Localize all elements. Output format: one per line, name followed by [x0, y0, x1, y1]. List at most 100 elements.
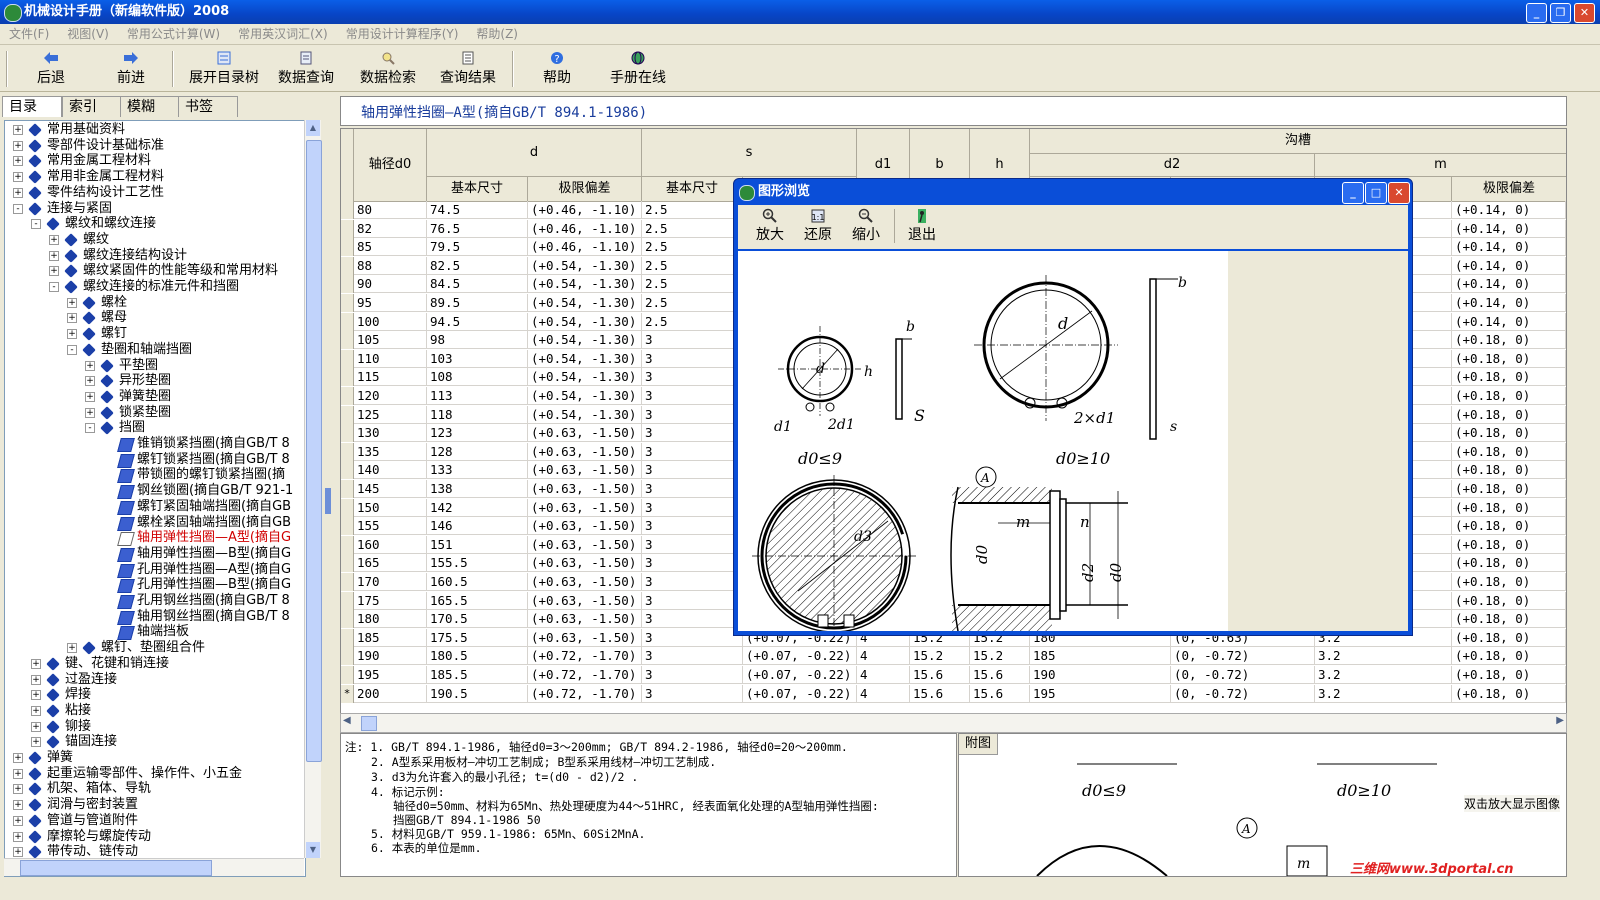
- tree-horizontal-scrollbar[interactable]: [4, 858, 304, 876]
- table-cell[interactable]: (+0.14, 0): [1452, 275, 1566, 294]
- expand-icon[interactable]: +: [49, 266, 59, 277]
- expand-icon[interactable]: +: [67, 643, 77, 654]
- table-cell[interactable]: 190.5: [427, 684, 528, 703]
- table-cell[interactable]: (+0.18, 0): [1452, 610, 1566, 629]
- row-marker[interactable]: [341, 312, 354, 331]
- table-cell[interactable]: 200: [354, 684, 427, 703]
- table-cell[interactable]: (+0.72, -1.70): [528, 684, 642, 703]
- table-cell[interactable]: 118: [427, 405, 528, 424]
- expand-icon[interactable]: +: [49, 234, 59, 245]
- dialog-maximize-button[interactable]: □: [1365, 182, 1387, 204]
- expand-icon[interactable]: +: [67, 313, 77, 324]
- table-cell[interactable]: 180: [354, 610, 427, 629]
- table-cell[interactable]: 79.5: [427, 238, 528, 257]
- table-cell[interactable]: 130: [354, 424, 427, 443]
- menu-help[interactable]: 帮助(Z): [467, 24, 527, 44]
- row-marker[interactable]: *: [341, 684, 354, 703]
- table-cell[interactable]: (+0.63, -1.50): [528, 535, 642, 554]
- table-cell[interactable]: 3: [642, 535, 743, 554]
- scrollbar-thumb[interactable]: [20, 860, 212, 876]
- table-cell[interactable]: 98: [427, 331, 528, 350]
- menu-glossary[interactable]: 常用英汉词汇(X): [229, 24, 337, 44]
- table-cell[interactable]: 155: [354, 517, 427, 536]
- table-row[interactable]: 195 185.5 (+0.72, -1.70) 3 (+0.07, -0.22) 4 15…: [341, 666, 1566, 684]
- table-row[interactable]: * 200 190.5 (+0.72, -1.70) 3 (+0.07, -0.22) 4 1…: [341, 684, 1566, 703]
- table-cell[interactable]: 105: [354, 331, 427, 350]
- row-marker[interactable]: [341, 331, 354, 350]
- table-cell[interactable]: 84.5: [427, 275, 528, 294]
- table-cell[interactable]: (+0.54, -1.30): [528, 256, 642, 275]
- table-cell[interactable]: 3: [642, 628, 743, 647]
- table-cell[interactable]: (+0.18, 0): [1452, 628, 1566, 647]
- minimize-button[interactable]: _: [1526, 3, 1547, 23]
- expand-icon[interactable]: +: [13, 125, 23, 135]
- table-cell[interactable]: 120: [354, 387, 427, 405]
- table-horizontal-scrollbar[interactable]: ◀ ▶: [340, 713, 1567, 733]
- table-cell[interactable]: 94.5: [427, 312, 528, 331]
- table-row[interactable]: 190 180.5 (+0.72, -1.70) 3 (+0.07, -0.22) 4 15…: [341, 647, 1566, 666]
- table-cell[interactable]: (+0.46, -1.10): [528, 201, 642, 219]
- table-cell[interactable]: 185.5: [427, 666, 528, 684]
- table-cell[interactable]: 165.5: [427, 591, 528, 610]
- row-marker[interactable]: [341, 442, 354, 461]
- row-marker[interactable]: [341, 535, 354, 554]
- row-marker[interactable]: [341, 666, 354, 684]
- table-cell[interactable]: 3: [642, 591, 743, 610]
- table-cell[interactable]: 2.5: [642, 312, 743, 331]
- scrollbar-thumb[interactable]: [361, 716, 377, 731]
- expand-icon[interactable]: +: [13, 768, 23, 779]
- expand-icon[interactable]: +: [13, 140, 23, 151]
- collapse-icon[interactable]: -: [31, 219, 41, 230]
- table-cell[interactable]: 128: [427, 442, 528, 461]
- table-cell[interactable]: 3: [642, 573, 743, 591]
- table-cell[interactable]: (+0.72, -1.70): [528, 647, 642, 666]
- pane-splitter[interactable]: [324, 96, 332, 876]
- table-cell[interactable]: (+0.18, 0): [1452, 554, 1566, 573]
- table-cell[interactable]: 82.5: [427, 256, 528, 275]
- table-cell[interactable]: (+0.63, -1.50): [528, 461, 642, 480]
- table-cell[interactable]: 15.2: [910, 647, 970, 666]
- row-marker[interactable]: [341, 405, 354, 424]
- table-cell[interactable]: 3.2: [1315, 666, 1452, 684]
- expand-icon[interactable]: +: [31, 737, 41, 748]
- expand-icon[interactable]: +: [67, 297, 77, 308]
- expand-icon[interactable]: +: [13, 753, 23, 763]
- table-cell[interactable]: (+0.18, 0): [1452, 535, 1566, 554]
- table-cell[interactable]: (+0.63, -1.50): [528, 591, 642, 610]
- table-cell[interactable]: 3: [642, 517, 743, 536]
- table-cell[interactable]: 3: [642, 424, 743, 443]
- table-cell[interactable]: 3: [642, 684, 743, 703]
- table-cell[interactable]: 88: [354, 256, 427, 275]
- table-cell[interactable]: (+0.63, -1.50): [528, 498, 642, 517]
- row-marker[interactable]: [341, 275, 354, 294]
- table-cell[interactable]: (+0.63, -1.50): [528, 554, 642, 573]
- row-marker[interactable]: [341, 201, 354, 219]
- expand-icon[interactable]: +: [85, 376, 95, 387]
- expand-icon[interactable]: +: [13, 847, 23, 858]
- table-cell[interactable]: 15.6: [970, 666, 1030, 684]
- menu-view[interactable]: 视图(V): [58, 24, 118, 44]
- row-marker[interactable]: [341, 591, 354, 610]
- expand-tree-button[interactable]: 展开目录树: [182, 51, 266, 89]
- table-cell[interactable]: 180.5: [427, 647, 528, 666]
- table-cell[interactable]: (+0.54, -1.30): [528, 387, 642, 405]
- tree-vertical-scrollbar[interactable]: ▲ ▼: [304, 120, 322, 858]
- table-cell[interactable]: 95: [354, 294, 427, 312]
- dialog-minimize-button[interactable]: _: [1342, 182, 1364, 204]
- table-cell[interactable]: (0, -0.72): [1171, 666, 1315, 684]
- menu-formula[interactable]: 常用公式计算(W): [118, 24, 229, 44]
- expand-icon[interactable]: +: [13, 815, 23, 826]
- table-cell[interactable]: 185: [1030, 647, 1171, 666]
- expand-icon[interactable]: +: [85, 360, 95, 371]
- table-cell[interactable]: (+0.18, 0): [1452, 442, 1566, 461]
- row-marker[interactable]: [341, 461, 354, 480]
- table-cell[interactable]: (+0.14, 0): [1452, 256, 1566, 275]
- table-cell[interactable]: (0, -0.72): [1171, 684, 1315, 703]
- back-button[interactable]: 后退: [30, 51, 72, 89]
- table-cell[interactable]: 15.6: [970, 684, 1030, 703]
- table-cell[interactable]: (+0.18, 0): [1452, 405, 1566, 424]
- table-cell[interactable]: (+0.18, 0): [1452, 480, 1566, 498]
- table-cell[interactable]: 195: [354, 666, 427, 684]
- table-cell[interactable]: (+0.54, -1.30): [528, 294, 642, 312]
- table-cell[interactable]: 4: [857, 684, 910, 703]
